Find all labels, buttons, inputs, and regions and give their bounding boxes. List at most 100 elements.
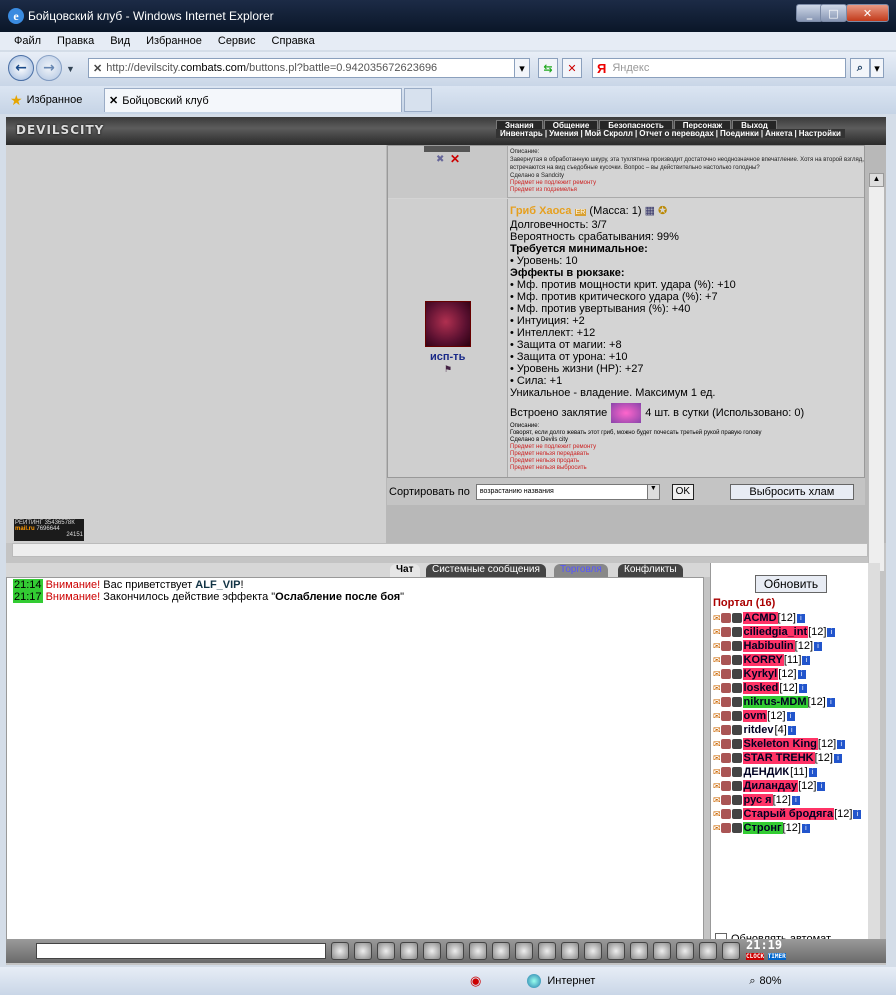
clock-label[interactable]: CLOCK — [746, 953, 765, 960]
user-name[interactable]: KORRY — [742, 654, 784, 666]
maximize-button[interactable]: □ — [820, 4, 847, 22]
tab-chat[interactable]: Чат — [390, 564, 420, 577]
forward-button[interactable]: → — [36, 55, 62, 81]
zoom-level[interactable]: 80% — [760, 975, 782, 987]
item-name[interactable]: Гриб Хаоса — [510, 205, 572, 217]
smiley-icon[interactable] — [492, 942, 510, 960]
info-icon[interactable]: i — [837, 739, 846, 749]
menu-view[interactable]: Вид — [110, 35, 130, 47]
timer-label[interactable]: TIMER — [767, 953, 786, 960]
private-chat-icon[interactable]: ✉ — [713, 823, 721, 834]
nav-transfers[interactable]: Отчет о переводах — [637, 129, 716, 138]
user-name[interactable]: STAR TREHK — [742, 752, 815, 764]
address-bar[interactable]: ✕ http://devilscity. combats.com/buttons.… — [88, 58, 530, 78]
drop-junk-button[interactable]: Выбросить хлам — [729, 483, 854, 500]
menu-tools[interactable]: Сервис — [218, 35, 256, 47]
user-name[interactable]: Старый бродяга — [742, 808, 835, 820]
menu-file[interactable]: Файл — [14, 35, 41, 47]
private-chat-icon[interactable]: ✉ — [713, 613, 721, 624]
rating-counter[interactable]: РЕЙТИНГ 35436578К mail.ru 7696644 24151 — [14, 519, 84, 541]
browser-tab[interactable]: ✕ Бойцовский клуб — [104, 88, 402, 112]
save-icon[interactable] — [400, 942, 418, 960]
user-name[interactable]: losked — [742, 682, 780, 694]
private-chat-icon[interactable]: ✉ — [713, 711, 721, 722]
private-chat-icon[interactable]: ✉ — [713, 683, 721, 694]
nav-fights[interactable]: Поединки — [718, 129, 761, 138]
user-name[interactable]: ritdev — [743, 724, 775, 736]
info-icon[interactable]: i — [853, 809, 862, 819]
new-tab-button[interactable] — [404, 88, 432, 112]
info-icon[interactable]: i — [786, 711, 795, 721]
user-name[interactable]: Стронг — [742, 822, 783, 834]
stop-icon[interactable]: ✕ — [562, 58, 582, 78]
user-name[interactable]: ciliedgia_int — [742, 626, 809, 638]
search-options-icon[interactable]: ▾ — [870, 58, 884, 78]
user-name[interactable]: Kyrkyl — [742, 668, 779, 680]
info-icon[interactable]: i — [827, 627, 836, 637]
paw-icon[interactable] — [699, 942, 717, 960]
scroll-icon[interactable] — [630, 942, 648, 960]
send-icon[interactable] — [331, 942, 349, 960]
private-chat-icon[interactable]: ✉ — [713, 725, 721, 736]
search-box[interactable]: Я Яндекс — [592, 58, 846, 78]
info-icon[interactable]: i — [808, 767, 817, 777]
back-button[interactable]: ← — [8, 55, 34, 81]
info-icon[interactable]: i — [797, 669, 806, 679]
nav-settings[interactable]: Настройки — [797, 129, 843, 138]
info-icon[interactable]: i — [833, 753, 842, 763]
info-icon[interactable]: i — [817, 781, 826, 791]
filter-icon[interactable] — [377, 942, 395, 960]
minimize-button[interactable]: _ — [796, 4, 823, 22]
chaos-mushroom-image[interactable] — [425, 301, 471, 347]
horizontal-scrollbar[interactable] — [12, 543, 868, 557]
sort-select[interactable]: возрастанию названия ▼ — [475, 483, 660, 500]
info-icon[interactable]: i — [787, 725, 796, 735]
sound-icon[interactable] — [515, 942, 533, 960]
user-name[interactable]: ACMD — [742, 612, 778, 624]
bag-icon[interactable] — [607, 942, 625, 960]
vertical-scrollbar[interactable]: ▲ — [868, 173, 884, 571]
flag-icon[interactable] — [722, 942, 740, 960]
user-name[interactable]: Skeleton King — [742, 738, 818, 750]
private-chat-icon[interactable]: ✉ — [713, 669, 721, 680]
private-chat-icon[interactable]: ✉ — [713, 753, 721, 764]
percent-icon[interactable] — [446, 942, 464, 960]
menu-favorites[interactable]: Избранное — [146, 35, 202, 47]
delete-icon[interactable]: ✕ — [450, 152, 460, 166]
chat-input[interactable] — [36, 943, 326, 959]
lock-icon[interactable] — [538, 942, 556, 960]
nav-skills[interactable]: Умения — [547, 129, 580, 138]
zoom-icon[interactable]: ⌕ — [749, 975, 755, 988]
split-icon[interactable]: ✖ — [436, 154, 444, 165]
chat-user-link[interactable]: ALF_VIP — [195, 579, 240, 591]
user-name[interactable]: Habibulin — [742, 640, 795, 652]
magic-icon[interactable] — [561, 942, 579, 960]
music-icon[interactable] — [469, 942, 487, 960]
search-icon[interactable]: ⌕ — [850, 58, 870, 78]
tab-system-messages[interactable]: Системные сообщения — [426, 564, 546, 577]
use-item-link[interactable]: исп-ть — [430, 351, 465, 363]
private-chat-icon[interactable]: ✉ — [713, 781, 721, 792]
info-icon[interactable]: i — [798, 683, 807, 693]
privacy-icon[interactable]: ◉ — [470, 973, 481, 989]
fight-icon[interactable] — [653, 942, 671, 960]
info-icon[interactable]: i — [802, 655, 811, 665]
sort-ok-button[interactable]: OK — [671, 483, 694, 500]
user-name[interactable]: ДЕНДИК — [743, 766, 791, 778]
close-button[interactable]: ✕ — [846, 4, 889, 22]
info-icon[interactable]: i — [826, 697, 835, 707]
users-scrollbar[interactable] — [868, 563, 880, 941]
walker-icon[interactable] — [423, 942, 441, 960]
private-chat-icon[interactable]: ✉ — [713, 767, 721, 778]
private-chat-icon[interactable]: ✉ — [713, 809, 721, 820]
private-chat-icon[interactable]: ✉ — [713, 697, 721, 708]
potion-icon[interactable] — [584, 942, 602, 960]
refresh-button[interactable]: Обновить — [755, 575, 827, 593]
user-name[interactable]: nikrus-MDM — [742, 696, 808, 708]
tab-conflicts[interactable]: Конфликты — [618, 564, 683, 577]
nav-profile[interactable]: Анкета — [763, 129, 794, 138]
spell-icon[interactable] — [611, 403, 642, 423]
private-chat-icon[interactable]: ✉ — [713, 627, 721, 638]
info-icon[interactable]: i — [814, 641, 823, 651]
nav-inventory[interactable]: Инвентарь — [498, 129, 545, 138]
